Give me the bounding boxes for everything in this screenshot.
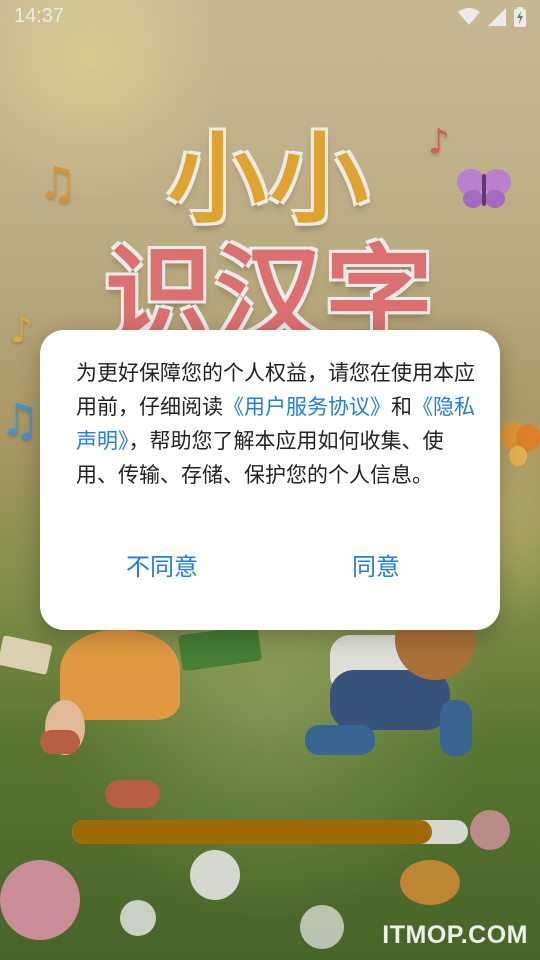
agree-button[interactable]: 同意	[296, 542, 456, 592]
disagree-button[interactable]: 不同意	[82, 542, 242, 592]
loading-progress-bar	[72, 820, 468, 844]
loading-progress-fill	[72, 820, 433, 844]
privacy-consent-dialog: 为更好保障您的个人权益，请您在使用本应用前，仔细阅读《用户服务协议》和《隐私声明…	[40, 330, 500, 630]
dialog-actions: 不同意 同意	[40, 542, 500, 592]
dialog-message: 为更好保障您的个人权益，请您在使用本应用前，仔细阅读《用户服务协议》和《隐私声明…	[76, 356, 476, 492]
dialog-text-outro: ，帮助您了解本应用如何收集、使用、传输、存储、保护您的个人信息。	[76, 429, 444, 487]
dialog-text-and: 和	[391, 395, 412, 419]
user-agreement-link[interactable]: 《用户服务协议》	[223, 395, 391, 419]
watermark: ITMOP.COM	[382, 921, 528, 949]
